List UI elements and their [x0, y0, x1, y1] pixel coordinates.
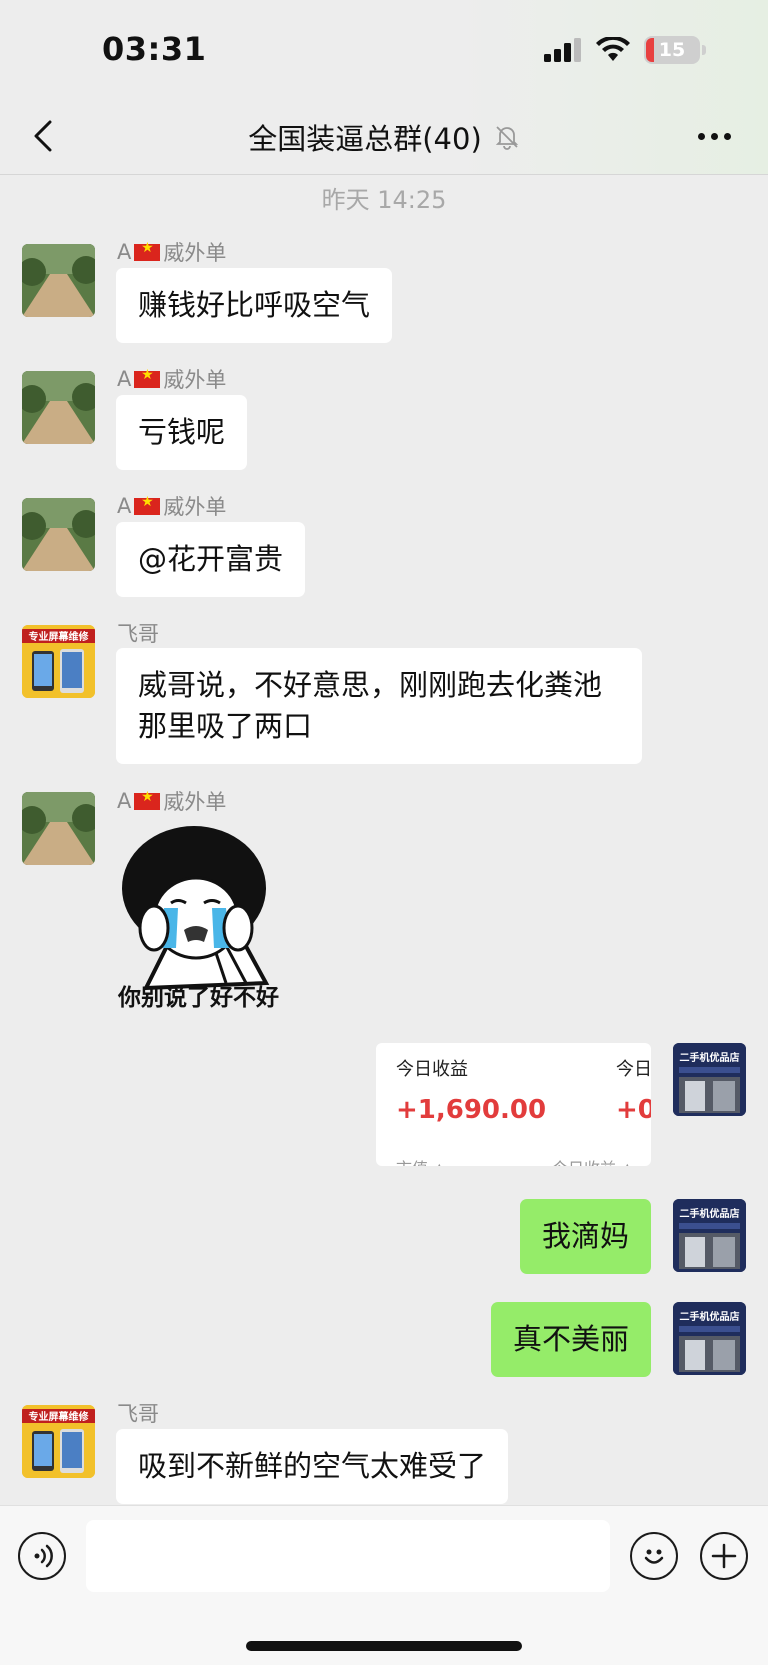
status-bar: 03:31 15	[0, 0, 768, 100]
vietnam-flag-icon	[134, 367, 161, 388]
card-amount: +0.	[616, 1095, 651, 1125]
my-avatar[interactable]: 二手机优品店	[673, 1043, 746, 1116]
message-bubble[interactable]: @花开富贵	[116, 522, 306, 597]
message-input[interactable]	[86, 1520, 610, 1592]
emoji-icon	[644, 1549, 664, 1564]
message-bubble[interactable]: 亏钱呢	[116, 395, 248, 470]
more-options-button[interactable]	[698, 124, 738, 148]
svg-text:二手机优品店: 二手机优品店	[680, 1310, 740, 1323]
sender-name: A威外单	[117, 491, 226, 521]
home-indicator	[246, 1641, 522, 1651]
message-bubble[interactable]: 吸到不新鲜的空气太难受了	[116, 1429, 509, 1504]
plus-icon	[711, 1543, 737, 1569]
battery-icon: 15	[644, 36, 700, 64]
svg-text:二手机优品店: 二手机优品店	[680, 1207, 740, 1220]
vietnam-flag-icon	[134, 494, 161, 515]
add-more-button[interactable]	[700, 1532, 748, 1580]
svg-text:专业屏幕维修: 专业屏幕维修	[29, 1410, 90, 1423]
sticker-caption: 你别说了好不好	[118, 985, 279, 1011]
signal-icon	[544, 38, 581, 62]
battery-level: 15	[658, 39, 686, 61]
sender-name: A威外单	[117, 237, 226, 267]
sender-name: 飞哥	[117, 622, 159, 646]
svg-text:二手机优品店: 二手机优品店	[680, 1051, 740, 1064]
status-time: 03:31	[102, 30, 207, 68]
sender-name: 飞哥	[117, 1402, 159, 1426]
card-label: 今日收益	[396, 1059, 468, 1080]
avatar[interactable]	[22, 498, 95, 571]
vietnam-flag-icon	[134, 789, 161, 810]
avatar[interactable]	[22, 371, 95, 444]
sender-name: A威外单	[117, 786, 226, 816]
voice-icon	[34, 1544, 53, 1568]
sender-name: A威外单	[117, 364, 226, 394]
avatar[interactable]	[22, 244, 95, 317]
card-amount: +1,690.00	[396, 1095, 547, 1125]
timestamp-divider: 昨天 14:25	[321, 186, 447, 214]
card-footer: 今日收益 ▲	[552, 1155, 633, 1166]
emoji-button[interactable]	[630, 1532, 678, 1580]
card-label: 今日	[616, 1059, 651, 1080]
voice-input-button[interactable]	[18, 1532, 66, 1580]
mute-bell-icon	[495, 126, 518, 150]
my-avatar[interactable]: 二手机优品店	[673, 1199, 746, 1272]
wifi-icon	[596, 37, 630, 61]
stock-earnings-card[interactable]: 今日收益 今日 +1,690.00 +0. 市值 ▲ 今日收益 ▲	[376, 1043, 651, 1166]
avatar[interactable]: 专业屏幕维修	[22, 625, 95, 698]
avatar[interactable]: 专业屏幕维修	[22, 1405, 95, 1478]
card-footer: 市值 ▲	[396, 1155, 445, 1166]
status-icons: 15	[544, 36, 706, 64]
message-bubble[interactable]: 赚钱好比呼吸空气	[116, 268, 393, 343]
message-bubble[interactable]: 威哥说，不好意思，刚刚跑去化粪池那里吸了两口	[116, 648, 642, 764]
nav-bar: 全国装逼总群(40)	[0, 100, 768, 175]
my-avatar[interactable]: 二手机优品店	[673, 1302, 746, 1375]
message-bubble-self[interactable]: 真不美丽	[490, 1302, 651, 1377]
avatar[interactable]	[22, 792, 95, 865]
svg-text:专业屏幕维修: 专业屏幕维修	[29, 630, 90, 643]
message-bubble-self[interactable]: 我滴妈	[519, 1199, 651, 1274]
vietnam-flag-icon	[134, 240, 161, 261]
chat-title-wrap[interactable]: 全国装逼总群(40)	[0, 116, 768, 158]
chat-title: 全国装逼总群(40)	[248, 122, 482, 156]
